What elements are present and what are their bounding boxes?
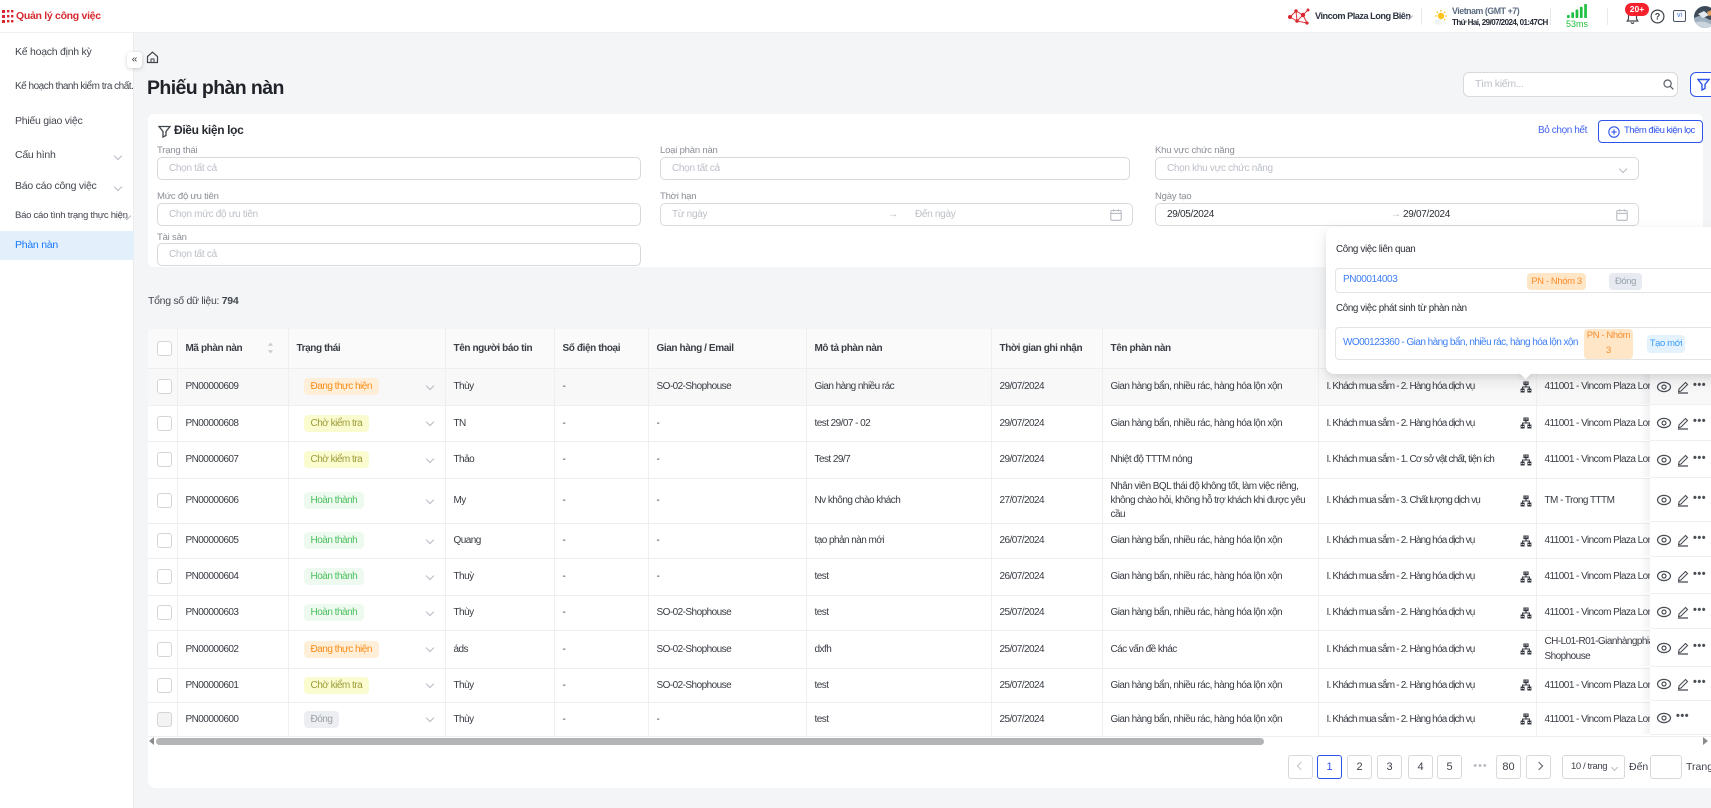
svg-text:?: ?: [1655, 12, 1661, 22]
